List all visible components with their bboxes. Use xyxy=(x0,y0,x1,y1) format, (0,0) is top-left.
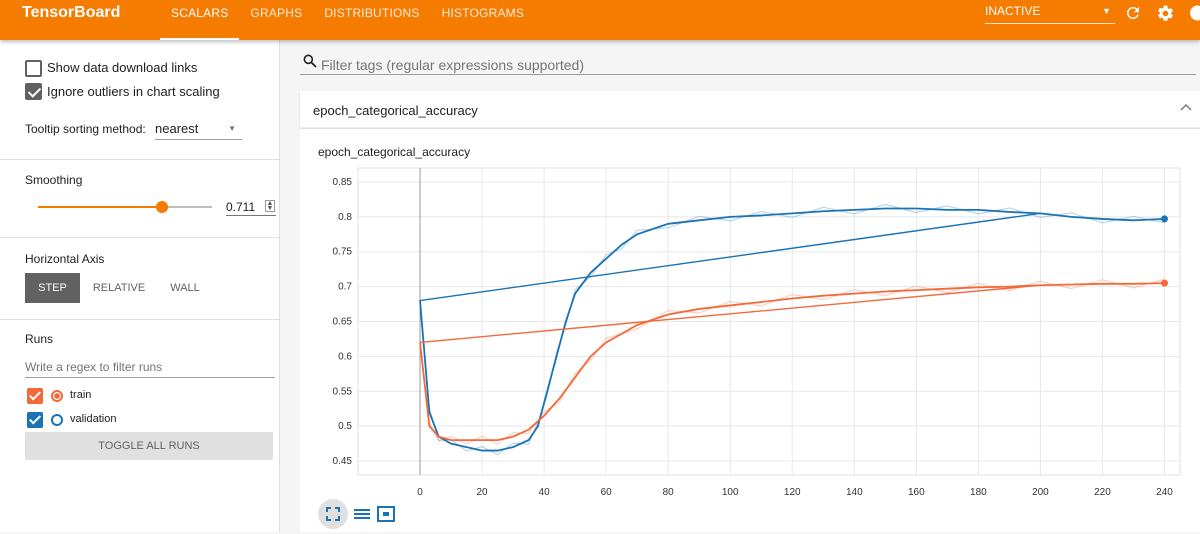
smoothing-value: 0.711 xyxy=(226,200,256,214)
help-icon[interactable] xyxy=(1186,4,1200,25)
smoothing-slider-fill xyxy=(38,206,162,208)
tooltip-sorting-select[interactable]: nearest ▼ xyxy=(155,120,242,140)
chevron-down-icon: ▼ xyxy=(228,124,236,133)
tooltip-sorting-label: Tooltip sorting method: xyxy=(25,122,146,136)
tab-distributions[interactable]: DISTRIBUTIONS xyxy=(313,0,430,40)
tab-histograms[interactable]: HISTOGRAMS xyxy=(431,0,535,40)
run-item-train[interactable]: train xyxy=(27,388,267,406)
axis-wall-button[interactable]: WALL xyxy=(160,273,210,303)
card-title: epoch_categorical_accuracy xyxy=(313,103,478,118)
x-tick-label: 80 xyxy=(663,487,675,498)
tab-graphs[interactable]: GRAPHS xyxy=(239,0,313,40)
dashboard-tabs: SCALARS GRAPHS DISTRIBUTIONS HISTOGRAMS xyxy=(160,0,535,40)
horizontal-axis-label: Horizontal Axis xyxy=(25,252,105,266)
stepper-icon[interactable]: ▲ ▼ xyxy=(265,200,275,212)
x-tick-label: 0 xyxy=(417,487,423,498)
run-item-validation[interactable]: validation xyxy=(27,412,267,430)
fit-domain-icon[interactable] xyxy=(375,503,397,525)
fullscreen-icon[interactable] xyxy=(318,499,348,529)
x-tick-label: 40 xyxy=(539,487,551,498)
runs-filter-placeholder: Write a regex to filter runs xyxy=(25,360,163,374)
run-validation-checkbox[interactable] xyxy=(27,412,43,428)
top-bar: TensorBoard SCALARS GRAPHS DISTRIBUTIONS… xyxy=(0,0,1200,40)
x-tick-label: 120 xyxy=(784,487,801,498)
inactive-select-value: INACTIVE xyxy=(985,4,1041,18)
y-tick-label: 0.7 xyxy=(338,282,352,293)
show-download-links-checkbox[interactable] xyxy=(25,60,42,77)
refresh-icon[interactable] xyxy=(1124,4,1142,25)
runs-label: Runs xyxy=(25,332,54,346)
app-brand[interactable]: TensorBoard xyxy=(22,4,120,22)
card-header[interactable]: epoch_categorical_accuracy xyxy=(300,91,1200,128)
sidebar: Show data download links Ignore outliers… xyxy=(0,40,280,532)
smoothing-slider[interactable] xyxy=(38,201,212,213)
run-train-checkbox[interactable] xyxy=(27,388,43,404)
x-tick-label: 160 xyxy=(908,487,925,498)
settings-icon[interactable] xyxy=(1156,4,1175,26)
ignore-outliers-label: Ignore outliers in chart scaling xyxy=(47,84,220,99)
search-icon xyxy=(302,53,318,73)
tab-scalars[interactable]: SCALARS xyxy=(160,0,240,40)
y-tick-label: 0.85 xyxy=(333,177,353,188)
x-tick-label: 180 xyxy=(970,487,987,498)
toggle-all-runs-button[interactable]: TOGGLE ALL RUNS xyxy=(25,432,273,460)
accuracy-chart[interactable]: 0 20 40 60 80 100 120 140 160 180 200 220 240 0.45 0.5… xyxy=(300,160,1200,500)
tag-filter-placeholder: Filter tags (regular expressions support… xyxy=(321,57,585,73)
smoothing-slider-thumb[interactable] xyxy=(155,201,168,213)
x-tick-label: 20 xyxy=(477,487,489,498)
tag-filter-input[interactable]: Filter tags (regular expressions support… xyxy=(300,53,1196,75)
y-tick-label: 0.8 xyxy=(338,212,352,223)
chart-title: epoch_categorical_accuracy xyxy=(318,145,471,159)
x-tick-label: 100 xyxy=(722,487,739,498)
series-end-point-train[interactable] xyxy=(1160,279,1168,287)
sidebar-options-section: Show data download links Ignore outliers… xyxy=(0,40,279,160)
run-validation-label: validation xyxy=(70,413,117,425)
list-icon[interactable] xyxy=(351,503,373,525)
chevron-up-icon[interactable] xyxy=(1180,100,1192,114)
axis-step-button[interactable]: STEP xyxy=(25,273,80,303)
y-tick-label: 0.45 xyxy=(333,456,353,467)
run-train-label: train xyxy=(70,389,92,401)
axis-relative-button[interactable]: RELATIVE xyxy=(88,273,150,303)
y-tick-label: 0.65 xyxy=(333,317,353,328)
run-validation-radio[interactable] xyxy=(51,414,63,426)
y-tick-label: 0.5 xyxy=(338,421,352,432)
dropdown-caret-icon: ▼ xyxy=(1102,6,1111,16)
x-tick-label: 240 xyxy=(1156,487,1173,498)
smoothing-value-input[interactable]: 0.711 ▲ ▼ xyxy=(226,198,276,216)
x-tick-label: 140 xyxy=(846,487,863,498)
y-tick-label: 0.75 xyxy=(333,247,353,258)
runs-filter-input[interactable]: Write a regex to filter runs xyxy=(25,356,275,378)
inactive-dashboards-select[interactable]: INACTIVE ▼ xyxy=(985,4,1115,24)
y-tick-label: 0.6 xyxy=(338,351,352,362)
show-download-links-label: Show data download links xyxy=(47,60,198,75)
tooltip-sorting-value: nearest xyxy=(155,121,199,136)
ignore-outliers-checkbox[interactable] xyxy=(25,83,42,100)
y-tick-label: 0.55 xyxy=(333,386,353,397)
x-tick-label: 200 xyxy=(1032,487,1049,498)
series-end-point-validation[interactable] xyxy=(1160,215,1168,223)
x-tick-label: 60 xyxy=(601,487,613,498)
x-tick-label: 220 xyxy=(1094,487,1111,498)
smoothing-label: Smoothing xyxy=(25,173,83,187)
run-train-radio[interactable] xyxy=(51,390,63,402)
